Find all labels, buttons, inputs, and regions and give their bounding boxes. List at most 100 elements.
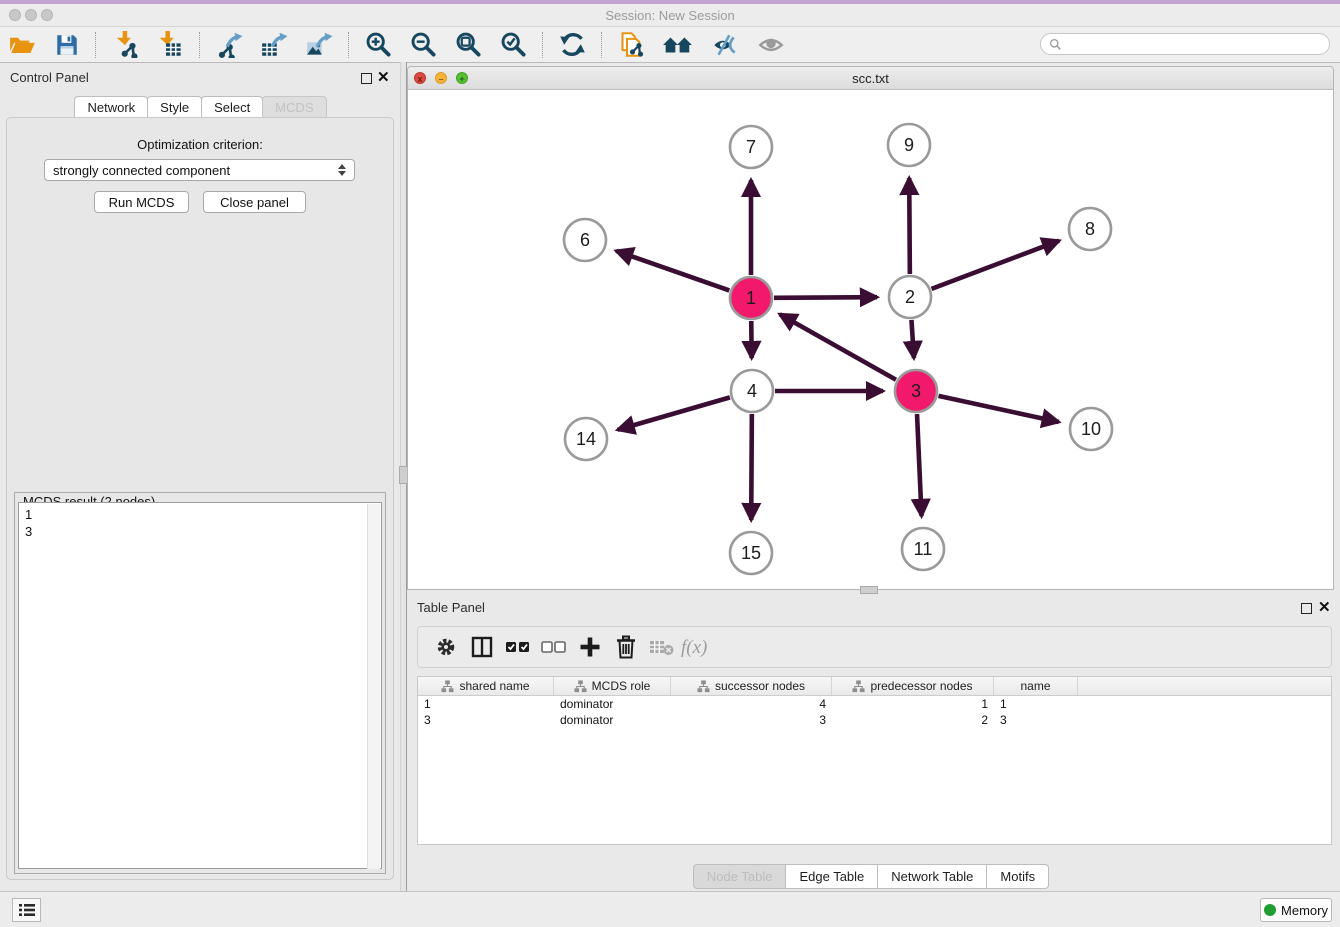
tab-node-table[interactable]: Node Table — [693, 864, 787, 889]
column-header-successor-nodes[interactable]: successor nodes — [671, 677, 832, 695]
control-panel-title: Control Panel — [10, 70, 89, 85]
graph-node-label-7: 7 — [746, 137, 756, 157]
window-titlebar: Session: New Session — [0, 4, 1340, 27]
table-cell[interactable]: 3 — [671, 713, 832, 727]
first-neighbors-button[interactable] — [654, 30, 702, 60]
svg-text:f(x): f(x) — [681, 637, 707, 658]
edge-2-8[interactable] — [932, 241, 1060, 289]
memory-button[interactable]: Memory — [1260, 898, 1332, 922]
table-cell[interactable]: 3 — [994, 713, 1078, 727]
network-bottom-grip[interactable] — [860, 586, 878, 594]
run-mcds-button[interactable]: Run MCDS — [94, 191, 189, 213]
edge-4-15[interactable] — [751, 414, 752, 520]
import-table-icon — [157, 31, 184, 58]
control-panel-close-icon[interactable]: ✕ — [377, 73, 390, 83]
split-column-icon — [470, 635, 494, 659]
tab-style[interactable]: Style — [147, 96, 202, 118]
export-network-button[interactable] — [207, 30, 252, 60]
show-all-button[interactable] — [748, 30, 794, 60]
control-panel-float-icon[interactable] — [361, 73, 372, 84]
clone-network-button[interactable] — [609, 30, 654, 60]
column-type-icon — [697, 680, 710, 693]
zoom-fit-button[interactable] — [446, 30, 491, 60]
search-input[interactable] — [1067, 36, 1321, 52]
select-updown-icon — [338, 164, 346, 176]
column-type-icon — [852, 680, 865, 693]
mcds-result-scrollbar[interactable] — [367, 504, 380, 869]
column-type-icon — [441, 680, 454, 693]
save-session-button[interactable] — [45, 30, 89, 60]
network-view-window: x – + scc.txt 7968124314101511 — [407, 66, 1334, 590]
tab-motifs[interactable]: Motifs — [986, 864, 1049, 889]
column-header-predecessor-nodes[interactable]: predecessor nodes — [832, 677, 994, 695]
tab-select[interactable]: Select — [201, 96, 263, 118]
graph-node-label-11: 11 — [914, 539, 933, 559]
search-box[interactable] — [1040, 33, 1330, 55]
table-options-button[interactable] — [428, 630, 464, 664]
search-icon — [1049, 38, 1062, 51]
table-panel-float-icon[interactable] — [1301, 603, 1312, 614]
node-table-body: 1dominator4113dominator323 — [418, 696, 1331, 728]
network-window-title: scc.txt — [408, 71, 1333, 86]
graph-node-label-1: 1 — [746, 288, 756, 308]
table-panel-close-icon[interactable]: ✕ — [1318, 603, 1331, 613]
uncheck-all-icon — [541, 637, 567, 657]
column-header-MCDS-role[interactable]: MCDS role — [554, 677, 671, 695]
table-cell[interactable]: 4 — [671, 697, 832, 711]
plus-icon — [578, 635, 602, 659]
graph-node-label-14: 14 — [576, 429, 596, 449]
table-cell[interactable]: dominator — [554, 697, 671, 711]
table-cell[interactable]: 1 — [994, 697, 1078, 711]
show-column-button[interactable] — [464, 630, 500, 664]
task-history-button[interactable] — [12, 898, 41, 922]
select-all-columns-button[interactable] — [500, 630, 536, 664]
open-file-button[interactable] — [0, 30, 45, 60]
edge-2-3[interactable] — [911, 320, 913, 358]
table-cell[interactable]: 1 — [418, 697, 554, 711]
zoom-fit-icon — [455, 31, 482, 58]
zoom-selected-button[interactable] — [491, 30, 536, 60]
edge-4-14[interactable] — [618, 397, 730, 429]
export-table-button[interactable] — [252, 30, 297, 60]
optimization-criterion-select[interactable]: strongly connected component — [44, 159, 355, 181]
table-row-2[interactable]: 3dominator323 — [418, 712, 1331, 728]
tab-network-table[interactable]: Network Table — [877, 864, 987, 889]
edge-3-11[interactable] — [917, 414, 922, 516]
edge-1-6[interactable] — [616, 251, 729, 291]
export-image-button[interactable] — [297, 30, 342, 60]
edge-1-2[interactable] — [774, 297, 877, 298]
table-row-1[interactable]: 1dominator411 — [418, 696, 1331, 712]
column-header-name[interactable]: name — [994, 677, 1078, 695]
network-graph-canvas[interactable]: 7968124314101511 — [408, 89, 1333, 589]
delete-columns-button[interactable] — [608, 630, 644, 664]
table-cell[interactable]: dominator — [554, 713, 671, 727]
memory-status-icon — [1264, 904, 1276, 916]
table-x-icon — [649, 637, 675, 657]
edge-3-10[interactable] — [938, 396, 1058, 422]
table-cell[interactable]: 3 — [418, 713, 554, 727]
zoom-out-icon — [410, 31, 437, 58]
column-header-shared-name[interactable]: shared name — [418, 677, 554, 695]
import-table-button[interactable] — [148, 30, 193, 60]
edge-2-9[interactable] — [909, 178, 910, 274]
tab-network[interactable]: Network — [74, 96, 148, 118]
table-cell[interactable]: 2 — [832, 713, 994, 727]
tab-edge-table[interactable]: Edge Table — [785, 864, 878, 889]
close-panel-button[interactable]: Close panel — [203, 191, 306, 213]
copy-network-icon — [618, 31, 645, 58]
unselect-all-columns-button[interactable] — [536, 630, 572, 664]
edge-3-1[interactable] — [780, 314, 896, 380]
hide-selected-button[interactable] — [702, 30, 748, 60]
table-cell[interactable]: 1 — [832, 697, 994, 711]
toolbar-divider — [601, 32, 603, 58]
graph-node-label-3: 3 — [911, 381, 921, 401]
apply-layout-button[interactable] — [550, 30, 595, 60]
graph-node-label-6: 6 — [580, 230, 590, 250]
mcds-result-list[interactable]: 1 3 — [18, 502, 382, 869]
import-network-button[interactable] — [103, 30, 148, 60]
zoom-out-button[interactable] — [401, 30, 446, 60]
zoom-in-button[interactable] — [356, 30, 401, 60]
create-column-button[interactable] — [572, 630, 608, 664]
tab-mcds[interactable]: MCDS — [262, 96, 326, 118]
control-panel-tabs: NetworkStyleSelectMCDS — [0, 96, 400, 118]
